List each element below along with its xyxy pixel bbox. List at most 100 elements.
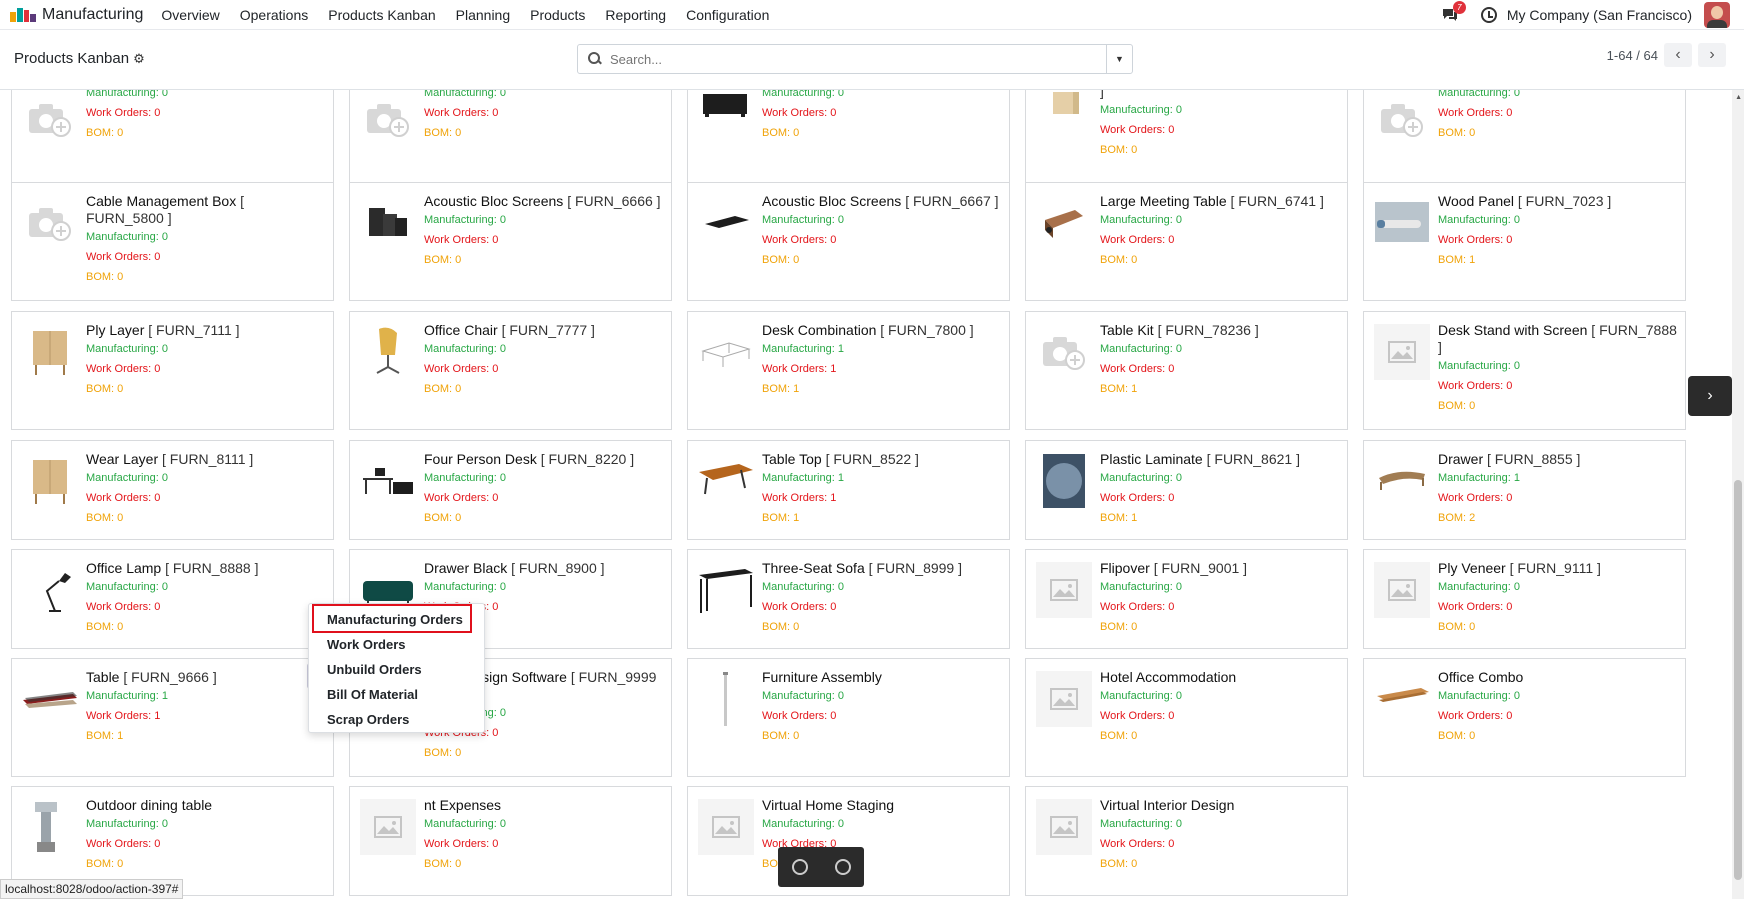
work-orders-count[interactable]: Work Orders: 0 xyxy=(1438,488,1677,508)
work-orders-count[interactable]: Work Orders: 0 xyxy=(86,488,325,508)
product-title[interactable]: Furniture Assembly xyxy=(762,669,1001,686)
bom-count[interactable]: BOM: 1 xyxy=(762,508,1001,528)
product-card[interactable]: Wood Panel [ FURN_7023 ] Manufacturing: 0… xyxy=(1363,182,1686,301)
manufacturing-count[interactable]: Manufacturing: 0 xyxy=(1100,686,1339,706)
manufacturing-count[interactable]: Manufacturing: 0 xyxy=(86,468,325,488)
bom-count[interactable]: BOM: 0 xyxy=(1100,854,1339,874)
product-title[interactable]: Virtual Interior Design xyxy=(1100,797,1339,814)
menu-reporting[interactable]: Reporting xyxy=(595,7,676,23)
pager-value[interactable]: 1-64 / 64 xyxy=(1607,48,1658,63)
product-title[interactable]: Drawer Black [ FURN_8900 ] xyxy=(424,560,663,577)
product-title[interactable]: Table [ FURN_9666 ] xyxy=(86,669,325,686)
work-orders-count[interactable]: Work Orders: 0 xyxy=(1438,706,1677,726)
manufacturing-app-icon[interactable] xyxy=(10,7,36,22)
manufacturing-count[interactable]: Manufacturing: 1 xyxy=(1438,468,1677,488)
pager-previous-button[interactable]: ‹ xyxy=(1664,43,1692,67)
product-card[interactable]: Manufacturing: 0 Work Orders: 0 BOM: 0 xyxy=(11,90,334,183)
product-title[interactable]: Plastic Laminate [ FURN_8621 ] xyxy=(1100,451,1339,468)
product-title[interactable]: Acoustic Bloc Screens [ FURN_6666 ] xyxy=(424,193,663,210)
manufacturing-count[interactable]: Manufacturing: 0 xyxy=(424,339,663,359)
product-card[interactable]: Desk Combination [ FURN_7800 ] Manufactur… xyxy=(687,311,1010,430)
work-orders-count[interactable]: Work Orders: 1 xyxy=(86,706,325,726)
scroll-thumb[interactable] xyxy=(1734,480,1742,880)
product-title[interactable]: Outdoor dining table xyxy=(86,797,325,814)
product-card[interactable]: Furniture Assembly Manufacturing: 0 Work … xyxy=(687,658,1010,777)
product-title[interactable]: Table Top [ FURN_8522 ] xyxy=(762,451,1001,468)
manufacturing-count[interactable]: Manufacturing: 0 xyxy=(1100,814,1339,834)
product-title[interactable]: Hotel Accommodation xyxy=(1100,669,1339,686)
bom-count[interactable]: BOM: 0 xyxy=(762,123,1001,143)
work-orders-count[interactable]: Work Orders: 0 xyxy=(86,597,325,617)
product-card[interactable]: Hotel Accommodation Manufacturing: 0 Work… xyxy=(1025,658,1348,777)
bom-count[interactable]: BOM: 0 xyxy=(86,854,325,874)
bom-count[interactable]: BOM: 0 xyxy=(86,123,325,143)
work-orders-count[interactable]: Work Orders: 0 xyxy=(86,834,325,854)
manufacturing-count[interactable]: Manufacturing: 0 xyxy=(86,227,325,247)
menu-configuration[interactable]: Configuration xyxy=(676,7,779,23)
work-orders-count[interactable]: Work Orders: 0 xyxy=(424,230,663,250)
product-title[interactable]: Virtual Home Staging xyxy=(762,797,1001,814)
manufacturing-count[interactable]: Manufacturing: 0 xyxy=(1438,577,1677,597)
bom-count[interactable]: BOM: 0 xyxy=(424,250,663,270)
search-bar[interactable]: ▼ xyxy=(577,44,1133,74)
product-card[interactable]: Table Top [ FURN_8522 ] Manufacturing: 1W… xyxy=(687,440,1010,540)
bom-count[interactable]: BOM: 0 xyxy=(762,726,1001,746)
menu-products[interactable]: Products xyxy=(520,7,595,23)
product-card[interactable]: ] Manufacturing: 0 Work Orders: 0 BOM: 0 xyxy=(1025,90,1348,183)
bom-count[interactable]: BOM: 1 xyxy=(1100,508,1339,528)
product-title[interactable]: Four Person Desk [ FURN_8220 ] xyxy=(424,451,663,468)
manufacturing-count[interactable]: Manufacturing: 0 xyxy=(1100,468,1339,488)
bom-count[interactable]: BOM: 0 xyxy=(762,250,1001,270)
product-title[interactable]: Office Lamp [ FURN_8888 ] xyxy=(86,560,325,577)
product-card[interactable]: Drawer [ FURN_8855 ] Manufacturing: 1 Work… xyxy=(1363,440,1686,540)
bom-count[interactable]: BOM: 0 xyxy=(762,617,1001,637)
product-card[interactable]: Virtual Interior Design Manufacturing: 0… xyxy=(1025,786,1348,896)
manufacturing-count[interactable]: Manufacturing: 0 xyxy=(762,210,1001,230)
bom-count[interactable]: BOM: 1 xyxy=(1438,250,1677,270)
product-title[interactable]: Large Meeting Table [ FURN_6741 ] xyxy=(1100,193,1339,210)
product-card[interactable]: Office Combo Manufacturing: 0 Work Orders… xyxy=(1363,658,1686,777)
chevron-right-icon[interactable]: › xyxy=(1688,376,1732,416)
dropdown-scrap-orders[interactable]: Scrap Orders xyxy=(327,712,409,727)
manufacturing-count[interactable]: Manufacturing: 0 xyxy=(86,339,325,359)
product-card[interactable]: Desk Stand with Screen [ FURN_7888 ] Manu… xyxy=(1363,311,1686,430)
product-title[interactable]: Cable Management Box [ FURN_5800 ] xyxy=(86,193,325,227)
bom-count[interactable]: BOM: 0 xyxy=(1438,617,1677,637)
product-card[interactable]: Acoustic Bloc Screens [ FURN_6667 ] Manuf… xyxy=(687,182,1010,301)
product-title[interactable]: Wear Layer [ FURN_8111 ] xyxy=(86,451,325,468)
bom-count[interactable]: BOM: 0 xyxy=(1100,140,1339,160)
manufacturing-count[interactable]: Manufacturing: 0 xyxy=(424,90,663,103)
manufacturing-count[interactable]: Manufacturing: 0 xyxy=(1100,100,1339,120)
product-title[interactable]: ] xyxy=(1100,90,1339,100)
manufacturing-count[interactable]: Manufacturing: 0 xyxy=(762,686,1001,706)
work-orders-count[interactable]: Work Orders: 0 xyxy=(1100,120,1339,140)
work-orders-count[interactable]: Work Orders: 0 xyxy=(762,103,1001,123)
product-card[interactable]: Cable Management Box [ FURN_5800 ] Manufa… xyxy=(11,182,334,301)
bom-count[interactable]: BOM: 0 xyxy=(1438,396,1677,416)
work-orders-count[interactable]: Work Orders: 1 xyxy=(762,488,1001,508)
work-orders-count[interactable]: Work Orders: 0 xyxy=(424,834,663,854)
chat-icon[interactable]: 7 xyxy=(1441,1,1466,23)
scrollbar[interactable]: ▲ xyxy=(1732,90,1744,899)
bom-count[interactable]: BOM: 1 xyxy=(1100,379,1339,399)
work-orders-count[interactable]: Work Orders: 0 xyxy=(1100,834,1339,854)
work-orders-count[interactable]: Work Orders: 0 xyxy=(1100,488,1339,508)
product-card[interactable]: Large Meeting Table [ FURN_6741 ] Manufac… xyxy=(1025,182,1348,301)
bom-count[interactable]: BOM: 0 xyxy=(424,743,663,763)
product-title[interactable]: Ply Veneer [ FURN_9111 ] xyxy=(1438,560,1677,577)
bom-count[interactable]: BOM: 0 xyxy=(86,508,325,528)
product-title[interactable]: Acoustic Bloc Screens [ FURN_6667 ] xyxy=(762,193,1001,210)
manufacturing-count[interactable]: Manufacturing: 0 xyxy=(424,577,663,597)
product-title[interactable]: Desk Stand with Screen [ FURN_7888 ] xyxy=(1438,322,1677,356)
manufacturing-count[interactable]: Manufacturing: 0 xyxy=(1438,356,1677,376)
product-card[interactable]: Table Kit [ FURN_78236 ] Manufacturing: 0… xyxy=(1025,311,1348,430)
product-title[interactable]: Drawer [ FURN_8855 ] xyxy=(1438,451,1677,468)
manufacturing-count[interactable]: Manufacturing: 0 xyxy=(424,210,663,230)
bom-count[interactable]: BOM: 0 xyxy=(86,379,325,399)
product-card[interactable]: Manufacturing: 0 Work Orders: 0 BOM: 0 xyxy=(349,90,672,183)
work-orders-count[interactable]: Work Orders: 1 xyxy=(762,359,1001,379)
manufacturing-count[interactable]: Manufacturing: 1 xyxy=(762,468,1001,488)
bom-count[interactable]: BOM: 1 xyxy=(86,726,325,746)
product-card[interactable]: Manufacturing: 0 Work Orders: 0 BOM: 0 xyxy=(1363,90,1686,183)
product-title[interactable]: Flipover [ FURN_9001 ] xyxy=(1100,560,1339,577)
